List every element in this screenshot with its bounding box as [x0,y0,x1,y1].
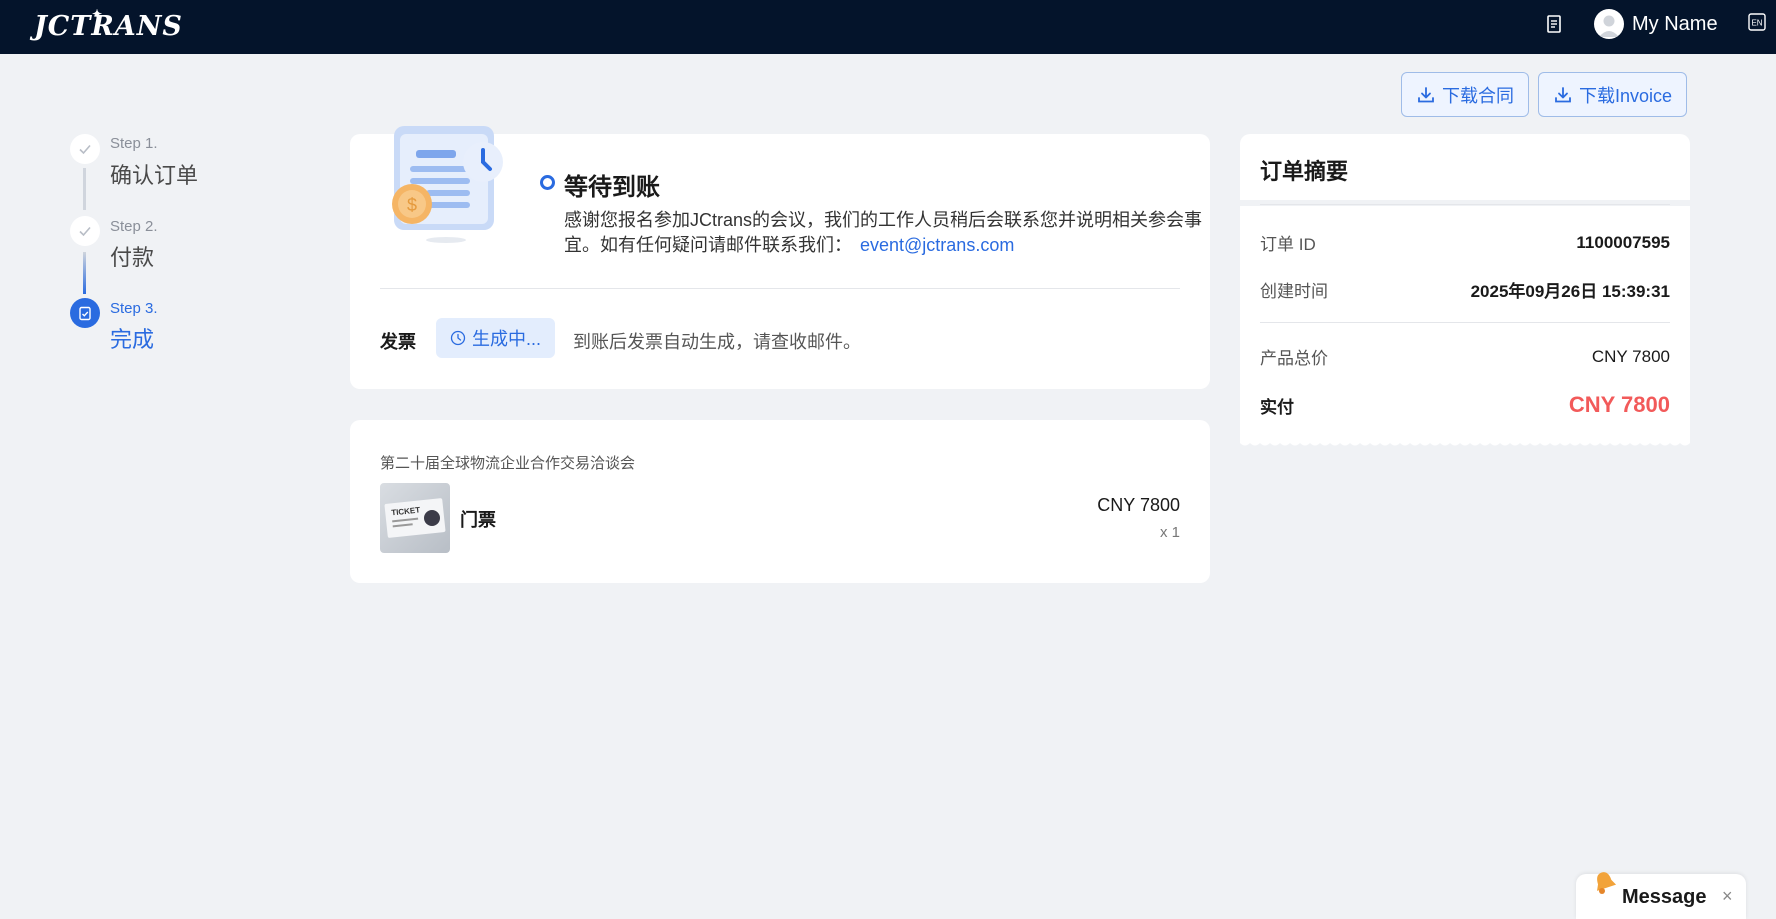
paid-label: 实付 [1260,397,1294,417]
status-title: 等待到账 [564,174,660,201]
step-3-number: Step 3. [110,300,158,317]
invoice-label: 发票 [380,332,416,352]
step-1-number: Step 1. [110,135,158,152]
divider [380,288,1180,289]
step-2-number: Step 2. [110,218,158,235]
step-1-check-icon [70,134,100,164]
avatar[interactable] [1594,9,1624,39]
created-time-value: 2025年09月26日 15:39:31 [1470,282,1670,301]
order-id-label: 订单 ID [1260,235,1316,254]
invoice-status-badge: 生成中... [436,318,556,358]
document-icon[interactable] [1544,14,1564,34]
order-summary-title: 订单摘要 [1260,159,1349,184]
event-name: 第二十届全球物流企业合作交易洽谈会 [380,455,636,472]
order-summary-body: 订单 ID 1100007595 创建时间 2025年09月26日 15:39:… [1240,206,1690,440]
download-icon [1555,86,1571,102]
divider [1260,322,1670,323]
status-message: 感谢您报名参加JCtrans的会议，我们的工作人员稍后会联系您并说明相关参会事宜… [564,210,1203,255]
step-3-clipboard-icon [70,298,100,328]
step-2-title: 付款 [110,245,155,270]
created-time-label: 创建时间 [1260,282,1328,301]
paid-value: CNY 7800 [1568,392,1670,417]
svg-text:$: $ [407,195,417,215]
receipt-zigzag-edge [1240,440,1690,446]
order-id-row: 订单 ID 1100007595 [1260,230,1670,255]
bell-icon [1597,872,1617,894]
user-icon [1599,15,1619,37]
step-connector [83,252,86,294]
step-1-title: 确认订单 [110,163,199,188]
username-label[interactable]: My Name [1632,11,1718,37]
order-id-value: 1100007595 [1576,232,1670,252]
divider [1260,204,1670,205]
subtotal-value: CNY 7800 [1591,346,1670,366]
message-label[interactable]: Message [1622,886,1707,909]
ticket-image-icon: TICKET [384,498,446,538]
ticket-name: 门票 [460,510,496,530]
created-time-row: 创建时间 2025年09月26日 15:39:31 [1260,277,1670,302]
jctrans-logo[interactable]: JCTRANS ✦ [34,7,183,42]
close-icon[interactable]: × [1722,886,1733,907]
status-indicator [540,175,555,190]
language-switch-icon[interactable]: EN [1748,13,1766,31]
paid-row: 实付 CNY 7800 [1260,392,1670,418]
top-navbar: JCTRANS ✦ My Name EN [0,0,1776,54]
subtotal-row: 产品总价 CNY 7800 [1260,344,1670,369]
step-connector [83,168,86,210]
ticket-thumbnail: TICKET [380,483,450,553]
order-summary-header: 订单摘要 [1240,134,1690,200]
step-2-check-icon [70,216,100,246]
ticket-quantity: x 1 [1159,524,1180,541]
download-icon [1418,86,1434,102]
download-invoice-button[interactable]: 下载Invoice [1538,72,1688,117]
logo-star-icon: ✦ [92,7,104,21]
step-3-title: 完成 [110,327,155,352]
svg-text:EN: EN [1751,19,1762,28]
ticket-price: CNY 7800 [1097,495,1180,515]
order-item-card: 第二十届全球物流企业合作交易洽谈会 TICKET 门票 CNY 7800 x 1 [350,420,1210,583]
download-contract-button[interactable]: 下载合同 [1401,72,1529,117]
invoice-illustration-icon: $ [392,126,503,243]
clock-icon [450,330,466,346]
subtotal-label: 产品总价 [1260,349,1328,368]
message-widget[interactable]: Message × [1576,872,1746,919]
contact-email-link[interactable]: event@jctrans.com [860,235,1014,255]
payment-status-card: $ 等待到账 感谢您报名参加JCtrans的会议，我们的工作人员稍后会联系您并说… [350,126,1210,389]
invoice-note: 到账后发票自动生成，请查收邮件。 [573,332,861,352]
